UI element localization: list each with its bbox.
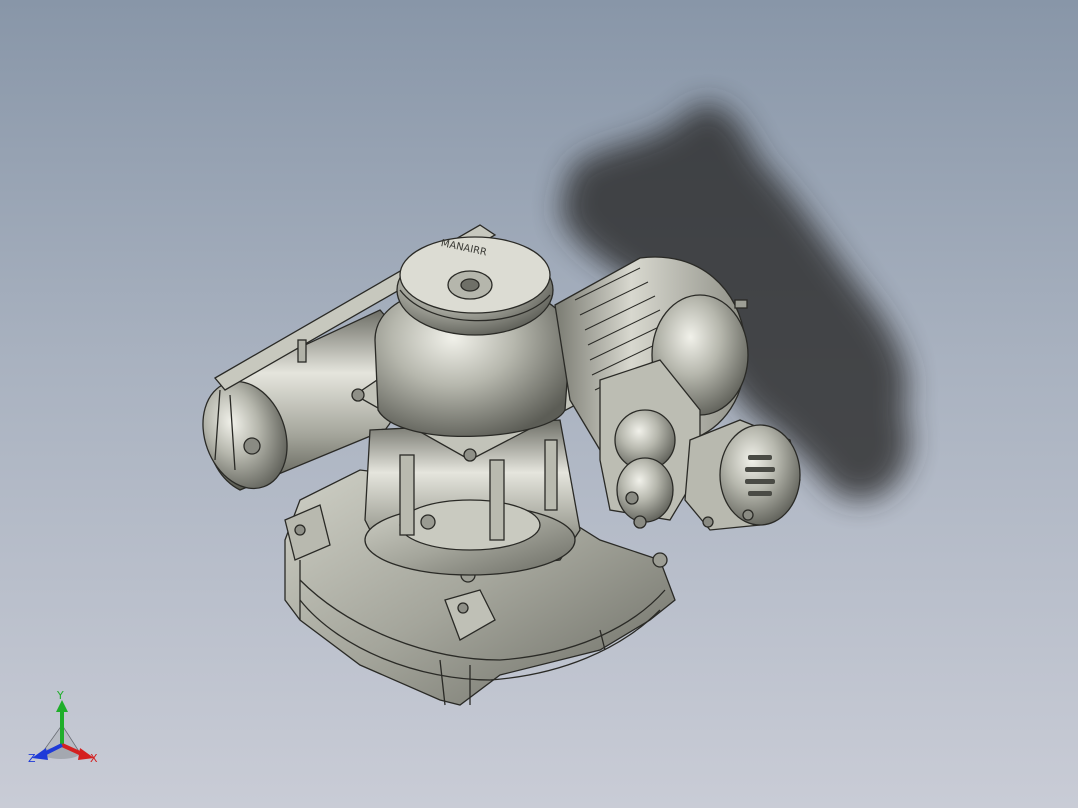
3d-model-view[interactable]: MANAIRR [0, 0, 1078, 808]
y-axis-label: Y [56, 690, 64, 702]
connector-grille [719, 424, 801, 526]
graphics-viewport[interactable]: MANAIRR Y X Z [0, 0, 1078, 808]
x-axis-label: X [90, 752, 98, 765]
blower-assembly[interactable]: MANAIRR [189, 224, 801, 706]
z-axis-label: Z [28, 752, 36, 765]
axis-triad[interactable]: Y X Z [22, 690, 112, 770]
